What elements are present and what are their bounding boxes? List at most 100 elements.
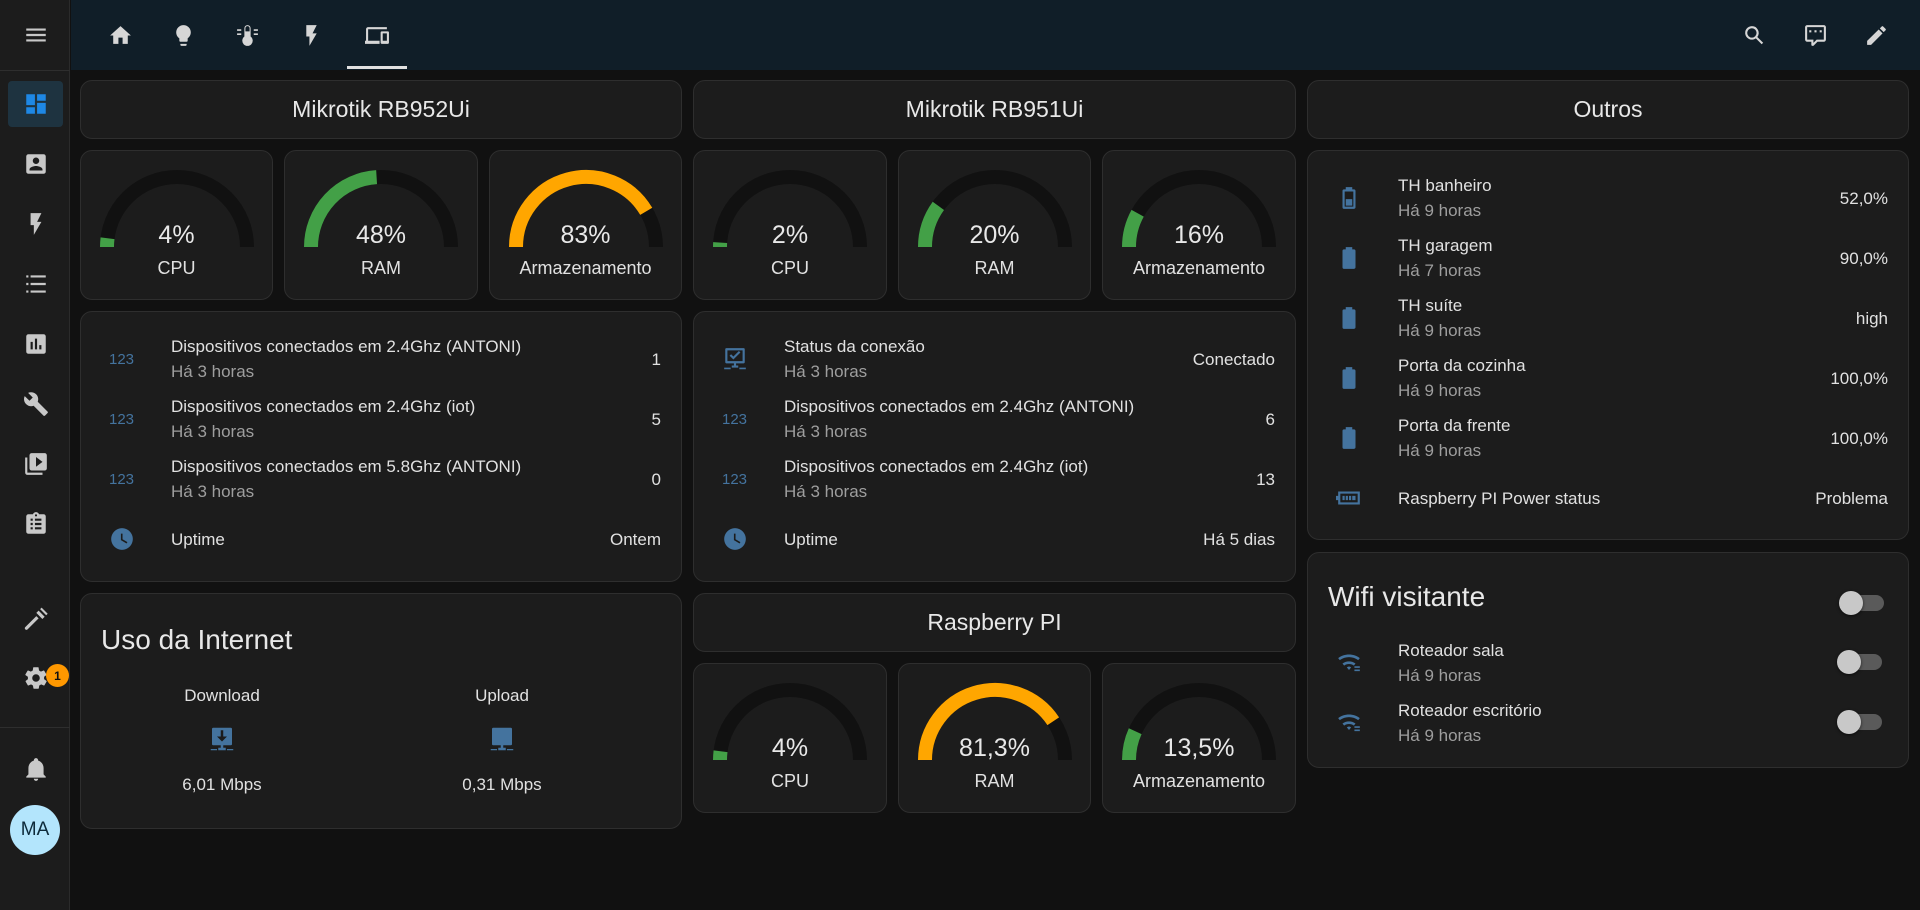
entity-row[interactable]: Roteador escritório Há 9 horas <box>1308 692 1908 752</box>
entity-row[interactable]: Uptime Ontem <box>81 508 681 568</box>
svg-text:123: 123 <box>109 351 134 368</box>
entity-row[interactable]: Roteador sala Há 9 horas <box>1308 632 1908 692</box>
tab-climate[interactable] <box>224 12 270 58</box>
gauge-value: 83% <box>560 221 611 249</box>
entity-state: 1 <box>651 350 661 369</box>
entity-name: Roteador sala <box>1398 641 1504 660</box>
menu-button[interactable] <box>8 12 63 58</box>
card-title: Raspberry PI <box>927 609 1062 635</box>
entity-row[interactable]: Status da conexão Há 3 horas Conectado <box>694 328 1295 388</box>
list-icon <box>25 275 46 293</box>
gauge-card[interactable]: 2% CPU <box>693 150 887 300</box>
card-title: Outros <box>1573 96 1643 122</box>
gauge-card[interactable]: 48% RAM <box>284 150 478 300</box>
hammer-icon <box>24 607 48 630</box>
upload-value: 0,31 Mbps <box>462 775 542 794</box>
entity-row[interactable]: 123 Dispositivos conectados em 2.4Ghz (A… <box>81 328 681 388</box>
assist-button[interactable] <box>1792 12 1838 58</box>
sidebar-item-notifications[interactable] <box>8 746 63 792</box>
lan-check-icon <box>724 348 746 370</box>
entity-row[interactable]: TH banheiro Há 9 horas 52,0% <box>1308 167 1908 227</box>
roteador-escritorio-toggle[interactable] <box>1837 710 1882 734</box>
devices-icon <box>364 26 389 44</box>
gauge-card[interactable]: 4% CPU <box>693 663 887 813</box>
gauge-value: 20% <box>969 221 1020 249</box>
wifi-cog-icon <box>1338 654 1360 672</box>
upload-stat[interactable]: Upload 0,31 Mbps <box>402 686 602 795</box>
gauge-label: CPU <box>770 771 809 791</box>
gauge-card[interactable]: 81,3% RAM <box>898 663 1091 813</box>
notification-badge: 1 <box>46 664 69 687</box>
entity-name: Uptime <box>784 530 838 549</box>
sidebar-item-dev-tools[interactable] <box>8 596 63 642</box>
roteador-sala-toggle[interactable] <box>1837 650 1882 674</box>
wifi-visitante-card: Wifi visitante Roteador sala Há 9 horas … <box>1307 552 1909 768</box>
entity-state: Conectado <box>1192 350 1275 369</box>
entity-name: Raspberry PI Power status <box>1398 489 1601 508</box>
entity-last-changed: Há 9 horas <box>1398 441 1482 460</box>
entity-last-changed: Há 9 horas <box>1398 321 1482 340</box>
toggle-knob <box>1837 650 1861 674</box>
dashboard-icon <box>25 94 46 114</box>
sidebar-item-energy[interactable] <box>8 201 63 247</box>
entity-row[interactable]: Porta da cozinha Há 9 horas 100,0% <box>1308 347 1908 407</box>
download-stat[interactable]: Download 6,01 Mbps <box>122 686 322 795</box>
entity-row[interactable]: 123 Dispositivos conectados em 2.4Ghz (A… <box>694 388 1295 448</box>
tab-home[interactable] <box>97 12 143 58</box>
entity-row[interactable]: Porta da frente Há 9 horas 100,0% <box>1308 407 1908 467</box>
sidebar-item-overview[interactable] <box>8 81 63 127</box>
edit-dashboard-button[interactable] <box>1853 12 1899 58</box>
entity-name: Porta da frente <box>1398 416 1511 435</box>
numeric-icon: 123 <box>109 351 134 368</box>
entity-row[interactable]: Raspberry PI Power status Problema <box>1308 467 1908 527</box>
cog-icon <box>24 667 47 689</box>
wifi-cog-icon <box>1338 714 1360 732</box>
search-button[interactable] <box>1731 12 1777 58</box>
tab-devices[interactable] <box>354 12 400 58</box>
outros-title-card: Outros <box>1307 80 1909 139</box>
gauge-value: 4% <box>771 734 809 762</box>
sidebar-item-todo[interactable] <box>8 501 63 547</box>
sidebar-item-media[interactable] <box>8 441 63 487</box>
gauge-card[interactable]: 13,5% Armazenamento <box>1102 663 1296 813</box>
sidebar-item-developer[interactable] <box>8 381 63 427</box>
active-tab-indicator <box>347 66 407 69</box>
entity-last-changed: Há 3 horas <box>171 422 255 441</box>
internet-usage-card: Uso da Internet Download 6,01 Mbps Uploa… <box>80 593 682 829</box>
entity-name: Uptime <box>171 530 225 549</box>
gauge-card[interactable]: 4% CPU <box>80 150 273 300</box>
download-label: Download <box>184 686 260 705</box>
gauge-value: 81,3% <box>959 734 1030 762</box>
entity-row[interactable]: 123 Dispositivos conectados em 2.4Ghz (i… <box>694 448 1295 508</box>
mikrotik-rb951-entities-card: Status da conexão Há 3 horas Conectado 1… <box>693 311 1296 582</box>
entity-row[interactable]: TH garagem Há 7 horas 90,0% <box>1308 227 1908 287</box>
gauge-card[interactable]: 16% Armazenamento <box>1102 150 1296 300</box>
tab-energy[interactable] <box>288 12 334 58</box>
gauge-card[interactable]: 20% RAM <box>898 150 1091 300</box>
sidebar-item-profile[interactable] <box>8 141 63 187</box>
entity-row[interactable]: TH suíte Há 9 horas high <box>1308 287 1908 347</box>
battery-icon <box>1342 367 1356 389</box>
sidebar-item-logbook[interactable] <box>8 261 63 307</box>
flash-icon <box>30 213 41 235</box>
battery-low-icon <box>1342 187 1356 209</box>
search-icon <box>1744 25 1763 44</box>
wifi-visitante-master-toggle[interactable] <box>1839 591 1884 615</box>
entity-row[interactable]: 123 Dispositivos conectados em 5.8Ghz (A… <box>81 448 681 508</box>
avatar[interactable]: MA <box>10 805 60 855</box>
entity-last-changed: Há 3 horas <box>784 422 868 441</box>
entity-name: Dispositivos conectados em 2.4Ghz (ANTON… <box>171 337 522 356</box>
gauge-label: Armazenamento <box>1132 258 1266 278</box>
sidebar-item-history[interactable] <box>8 321 63 367</box>
mikrotik-rb951-title-card: Mikrotik RB951Ui <box>693 80 1296 139</box>
gauge-label: RAM <box>974 258 1015 278</box>
gauge-card[interactable]: 83% Armazenamento <box>489 150 682 300</box>
gauge-label: CPU <box>770 258 809 278</box>
clock-icon <box>724 528 746 550</box>
entity-row[interactable]: 123 Dispositivos conectados em 2.4Ghz (i… <box>81 388 681 448</box>
chart-box-icon <box>25 334 46 354</box>
entity-name: Dispositivos conectados em 2.4Ghz (ANTON… <box>784 397 1135 416</box>
tab-lights[interactable] <box>160 12 206 58</box>
sidebar-item-settings[interactable]: 1 <box>8 655 69 701</box>
entity-row[interactable]: Uptime Há 5 dias <box>694 508 1295 568</box>
